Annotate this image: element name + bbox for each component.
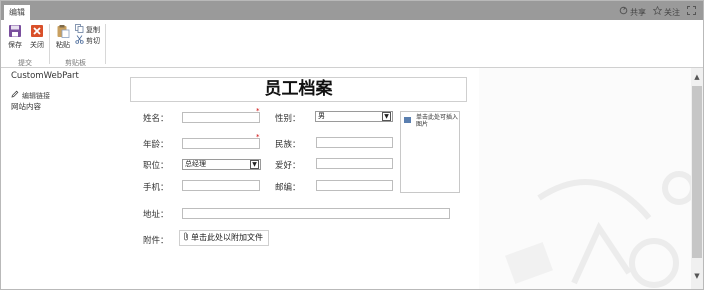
- copy-label: 复制: [86, 26, 100, 34]
- age-input[interactable]: [182, 138, 260, 149]
- scroll-up-arrow-icon[interactable]: ▲: [691, 72, 703, 82]
- mobile-label: 手机：: [143, 183, 169, 193]
- position-select[interactable]: 总经理 ▼: [182, 159, 261, 170]
- scrollbar-thumb[interactable]: [692, 86, 702, 258]
- hobby-label: 爱好：: [275, 161, 301, 171]
- photo-upload[interactable]: 单击此处可插入图片: [400, 111, 460, 193]
- star-icon: [652, 5, 663, 18]
- chevron-down-icon: ▼: [250, 160, 259, 169]
- age-label: 年龄：: [143, 140, 169, 150]
- share-label: 共享: [630, 7, 646, 17]
- tab-edit[interactable]: 编辑: [4, 5, 30, 20]
- age-required-mark: *: [256, 133, 260, 141]
- watermark-graphic: [505, 171, 691, 288]
- gender-select[interactable]: 男 ▼: [315, 111, 393, 122]
- save-button[interactable]: 保存: [4, 24, 26, 50]
- postcode-input[interactable]: [316, 180, 393, 191]
- site-title[interactable]: CustomWebPart: [11, 71, 79, 81]
- paste-icon: [56, 24, 70, 38]
- ethnicity-input[interactable]: [316, 137, 393, 148]
- ribbon: 保存 关闭 粘贴 复制 剪切 提交 剪贴板: [1, 20, 703, 68]
- attachment-label: 附件：: [143, 236, 169, 246]
- pencil-icon: [11, 90, 19, 101]
- address-label: 地址：: [143, 210, 169, 220]
- cut-button[interactable]: 剪切: [75, 35, 100, 47]
- attach-file-button[interactable]: 单击此处以附加文件: [179, 230, 269, 246]
- gender-label: 性别：: [275, 114, 301, 124]
- paperclip-icon: [183, 232, 189, 244]
- fullscreen-icon: [687, 6, 696, 18]
- app-window: 编辑 共享 关注 保存 关闭 粘贴 复制 剪切 提交 剪贴板 CustomWeb…: [0, 0, 704, 290]
- chevron-down-icon: ▼: [382, 112, 391, 121]
- picture-icon: [404, 117, 411, 123]
- attach-file-label: 单击此处以附加文件: [191, 233, 263, 242]
- follow-button[interactable]: 关注: [652, 5, 680, 18]
- gender-selected: 男: [318, 112, 325, 120]
- close-icon: [30, 24, 44, 38]
- photo-hint: 单击此处可插入图片: [416, 114, 459, 128]
- left-navigation: CustomWebPart 编辑链接 网站内容: [1, 68, 116, 289]
- position-selected: 总经理: [185, 160, 206, 168]
- name-label: 姓名：: [143, 114, 169, 124]
- name-input[interactable]: [182, 112, 260, 123]
- paste-label: 粘贴: [56, 41, 70, 49]
- edit-links-label: 编辑链接: [22, 91, 50, 100]
- share-icon: [619, 6, 628, 18]
- address-input[interactable]: [182, 208, 450, 219]
- share-button[interactable]: 共享: [619, 6, 646, 18]
- hobby-input[interactable]: [316, 158, 393, 169]
- site-contents-link[interactable]: 网站内容: [11, 101, 41, 112]
- scroll-down-arrow-icon[interactable]: ▼: [691, 271, 703, 281]
- position-label: 职位：: [143, 161, 169, 171]
- cut-label: 剪切: [86, 37, 100, 45]
- close-label: 关闭: [30, 41, 44, 49]
- vertical-scrollbar[interactable]: ▲ ▼: [691, 68, 703, 289]
- scissors-icon: [75, 35, 84, 47]
- suite-bar: 编辑 共享 关注: [1, 1, 703, 20]
- save-label: 保存: [8, 41, 22, 49]
- main-content: 员工档案 姓名： * 性别： 男 ▼ 单击此处可插入图片 年龄： * 民族： 职…: [116, 68, 479, 289]
- ethnicity-label: 民族：: [275, 140, 301, 150]
- form-title: 员工档案: [130, 77, 467, 102]
- name-required-mark: *: [256, 107, 260, 115]
- ribbon-separator: [49, 24, 50, 64]
- top-actions: 共享 关注: [619, 5, 696, 19]
- background-watermark: [479, 68, 691, 289]
- paste-button[interactable]: 粘贴: [52, 24, 74, 50]
- edit-links-button[interactable]: 编辑链接: [11, 90, 50, 101]
- focus-button[interactable]: [687, 6, 696, 18]
- group-clipboard-label: 剪贴板: [65, 59, 86, 67]
- save-icon: [8, 24, 22, 38]
- ribbon-separator: [105, 24, 106, 64]
- mobile-input[interactable]: [182, 180, 260, 191]
- close-button[interactable]: 关闭: [26, 24, 48, 50]
- group-commit-label: 提交: [18, 59, 32, 67]
- postcode-label: 邮编：: [275, 183, 301, 193]
- follow-label: 关注: [664, 7, 680, 17]
